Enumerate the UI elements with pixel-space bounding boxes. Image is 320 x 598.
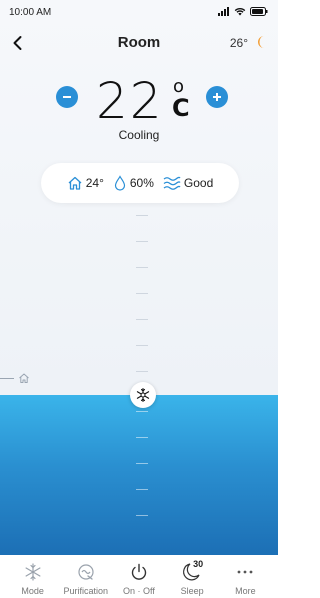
scale-tick — [136, 371, 148, 372]
nav-sleep[interactable]: 30 Sleep — [166, 555, 218, 598]
scale-tick — [136, 463, 148, 464]
app-screen: 10:00 AM Room 26° 22 o C Cooling 24° 60%… — [0, 0, 278, 598]
scale-tick — [136, 437, 148, 438]
plus-icon — [213, 93, 221, 101]
nav-power-label: On · Off — [123, 586, 155, 596]
nav-purification-label: Purification — [63, 586, 109, 596]
scale-tick — [136, 267, 148, 268]
scale-tick — [136, 345, 148, 346]
system-icons — [218, 7, 268, 16]
humidity-value: 60% — [129, 176, 154, 190]
purification-icon — [78, 564, 94, 580]
humidity-item: 60% — [113, 175, 154, 191]
nav-mode[interactable]: Mode — [7, 555, 59, 598]
environment-summary: 24° 60% Good — [41, 163, 239, 203]
snowflake-icon — [25, 563, 41, 581]
nav-purification[interactable]: Purification — [60, 555, 112, 598]
scale-tick — [136, 411, 148, 412]
bottom-navigation: Mode Purification On · Off 30 Sleep More — [0, 555, 278, 598]
indoor-temp-marker — [0, 372, 30, 384]
scale-tick — [136, 319, 148, 320]
nav-more-label: More — [235, 586, 256, 596]
increase-temperature-button[interactable] — [206, 86, 228, 108]
scale-tick — [136, 489, 148, 490]
setpoint-temperature: 22 — [96, 72, 164, 130]
scale-tick — [136, 293, 148, 294]
temperature-unit: C — [172, 94, 190, 122]
wifi-icon — [234, 8, 246, 16]
status-bar: 10:00 AM — [0, 0, 278, 26]
sleep-badge: 30 — [193, 559, 204, 569]
decrease-temperature-button[interactable] — [56, 86, 78, 108]
battery-icon — [250, 7, 268, 16]
minus-icon — [63, 96, 71, 98]
home-outline-icon — [19, 373, 29, 383]
setpoint-control: 22 o C — [0, 72, 278, 132]
home-icon — [68, 176, 82, 190]
indoor-temp-value: 24° — [85, 176, 104, 190]
nav-more[interactable]: More — [219, 555, 271, 598]
nav-sleep-label: Sleep — [180, 586, 204, 596]
status-time: 10:00 AM — [9, 7, 52, 18]
power-icon — [131, 563, 147, 580]
temperature-slider-handle[interactable] — [130, 382, 156, 408]
air-quality-item: Good — [163, 175, 213, 191]
water-drop-icon — [114, 175, 125, 191]
scale-tick — [136, 241, 148, 242]
mode-status: Cooling — [118, 128, 160, 142]
snowflake-icon — [136, 387, 150, 403]
nav-mode-label: Mode — [21, 586, 44, 596]
crescent-sun-icon — [258, 36, 264, 48]
air-waves-icon — [163, 176, 181, 190]
marker-line — [0, 377, 14, 379]
nav-power[interactable]: On · Off — [113, 555, 165, 598]
signal-icon — [218, 7, 229, 16]
scale-tick — [136, 215, 148, 216]
outdoor-temperature: 26° — [229, 36, 248, 50]
indoor-temp-item: 24° — [67, 175, 104, 191]
air-quality-value: Good — [183, 176, 214, 190]
more-dots-icon — [237, 570, 253, 574]
scale-tick — [136, 515, 148, 516]
temperature-fill — [0, 395, 278, 555]
header: Room 26° — [0, 30, 278, 58]
